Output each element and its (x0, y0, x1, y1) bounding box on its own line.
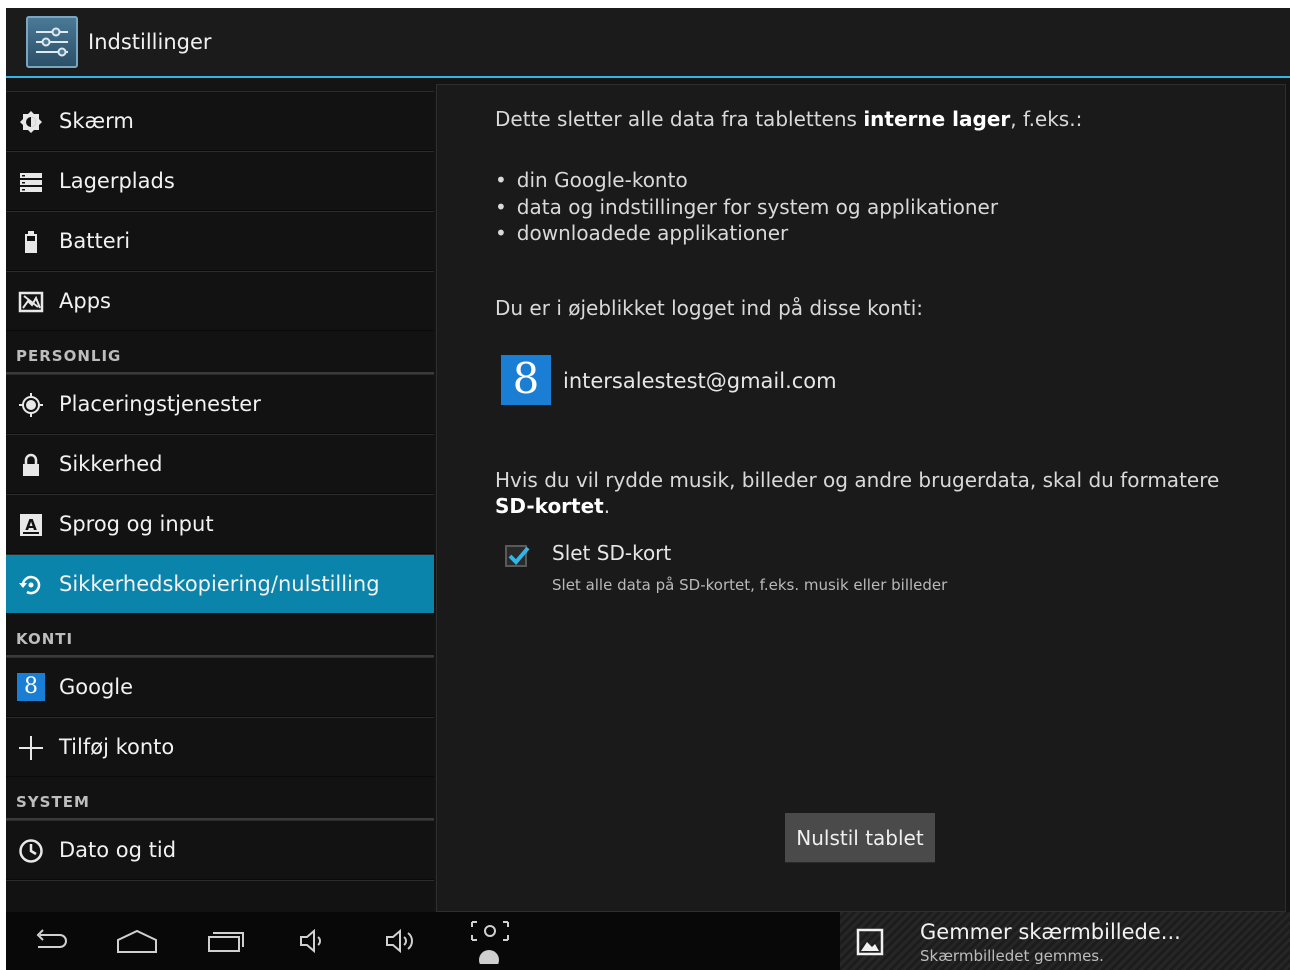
checkmark-icon (508, 546, 530, 565)
home-icon[interactable] (112, 926, 162, 956)
intro-text: Dette sletter alle data fra tablettens i… (495, 107, 1082, 131)
location-icon (18, 392, 44, 418)
battery-icon (18, 229, 44, 255)
sidebar-item-apps[interactable]: Apps (6, 271, 434, 331)
section-header-personal: PERSONLIG (6, 331, 434, 374)
sd-text-line2: SD-kortet. (495, 494, 610, 518)
sidebar-item-label: Skærm (59, 109, 134, 133)
action-bar: Indstillinger (6, 8, 1290, 78)
sidebar-item-label: Apps (59, 289, 111, 313)
list-item: din Google-konto (495, 167, 998, 194)
section-header-system: SYSTEM (6, 777, 434, 820)
notification-subtitle: Skærmbilledet gemmes. (920, 947, 1104, 965)
section-header-label: KONTI (16, 630, 74, 648)
sidebar-item-battery[interactable]: Batteri (6, 211, 434, 271)
erase-sd-title[interactable]: Slet SD-kort (552, 541, 671, 565)
account-email: intersalestest@gmail.com (563, 369, 837, 393)
reset-details-panel: Dette sletter alle data fra tablettens i… (436, 84, 1286, 912)
accounts-text: Du er i øjeblikket logget ind på disse k… (495, 296, 924, 320)
sidebar-item-backup-reset[interactable]: Sikkerhedskopiering/nulstilling (6, 554, 434, 614)
volume-up-icon[interactable] (376, 926, 426, 956)
erase-sd-checkbox[interactable] (505, 545, 530, 567)
sd-text-bold: SD-kortet (495, 494, 604, 518)
sidebar-item-location[interactable]: Placeringstjenester (6, 374, 434, 434)
data-list: din Google-konto data og indstillinger f… (495, 167, 998, 247)
sidebar-item-label: Google (59, 675, 134, 699)
clock-icon (18, 838, 44, 864)
settings-app-icon[interactable] (26, 16, 78, 68)
storage-icon (18, 169, 44, 195)
reset-tablet-button[interactable]: Nulstil tablet (785, 813, 935, 863)
sidebar-item-label: Sprog og input (59, 512, 214, 536)
sidebar-item-google[interactable]: 8 Google (6, 657, 434, 717)
list-item: data og indstillinger for system og appl… (495, 194, 998, 221)
plus-icon (18, 735, 44, 761)
sidebar-item-label: Placeringstjenester (59, 392, 261, 416)
sidebar-item-security[interactable]: Sikkerhed (6, 434, 434, 494)
back-icon[interactable] (25, 926, 75, 956)
erase-sd-subtitle: Slet alle data på SD-kortet, f.eks. musi… (552, 576, 948, 594)
apps-icon (18, 289, 44, 315)
sidebar-item-label: Sikkerhed (59, 452, 163, 476)
language-icon: A (18, 512, 44, 538)
section-header-label: SYSTEM (16, 793, 90, 811)
recent-apps-icon[interactable] (201, 926, 251, 956)
brightness-icon (18, 109, 44, 135)
svg-text:A: A (25, 516, 37, 534)
google-icon: 8 (17, 673, 45, 701)
section-header-accounts: KONTI (6, 614, 434, 657)
sd-text-line1: Hvis du vil rydde musik, billeder og and… (495, 468, 1220, 492)
sidebar-item-add-account[interactable]: Tilføj konto (6, 717, 434, 777)
settings-sidebar[interactable]: Skærm Lagerplads Batteri Apps PERSONLIG (6, 91, 434, 921)
list-item: downloadede applikationer (495, 220, 998, 247)
screenshot-icon[interactable] (465, 921, 515, 964)
sidebar-item-language[interactable]: A Sprog og input (6, 494, 434, 554)
screen: Indstillinger Skærm Lagerplads Batteri A… (6, 8, 1290, 970)
app-title: Indstillinger (88, 30, 212, 54)
screenshot-notification[interactable]: Gemmer skærmbillede... Skærmbilledet gem… (840, 912, 1290, 970)
sidebar-item-label: Batteri (59, 229, 131, 253)
navigation-bar (6, 912, 840, 970)
backup-icon (18, 572, 44, 598)
lock-icon (18, 452, 44, 478)
sidebar-item-storage[interactable]: Lagerplads (6, 151, 434, 211)
sidebar-item-label: Tilføj konto (59, 735, 175, 759)
intro-suffix: , f.eks.: (1010, 107, 1083, 131)
volume-down-icon[interactable] (288, 926, 338, 956)
image-icon (856, 928, 884, 956)
sd-text-end: . (603, 494, 611, 518)
intro-prefix: Dette sletter alle data fra tablettens (495, 107, 864, 131)
section-header-label: PERSONLIG (16, 347, 122, 365)
intro-bold: interne lager (863, 107, 1011, 131)
notification-title: Gemmer skærmbillede... (920, 920, 1181, 944)
google-account-icon: 8 (501, 355, 551, 405)
sidebar-item-label: Dato og tid (59, 838, 177, 862)
sidebar-item-label: Lagerplads (59, 169, 175, 193)
sidebar-item-display[interactable]: Skærm (6, 91, 434, 151)
sidebar-item-label: Sikkerhedskopiering/nulstilling (59, 572, 380, 596)
sidebar-item-date-time[interactable]: Dato og tid (6, 820, 434, 880)
